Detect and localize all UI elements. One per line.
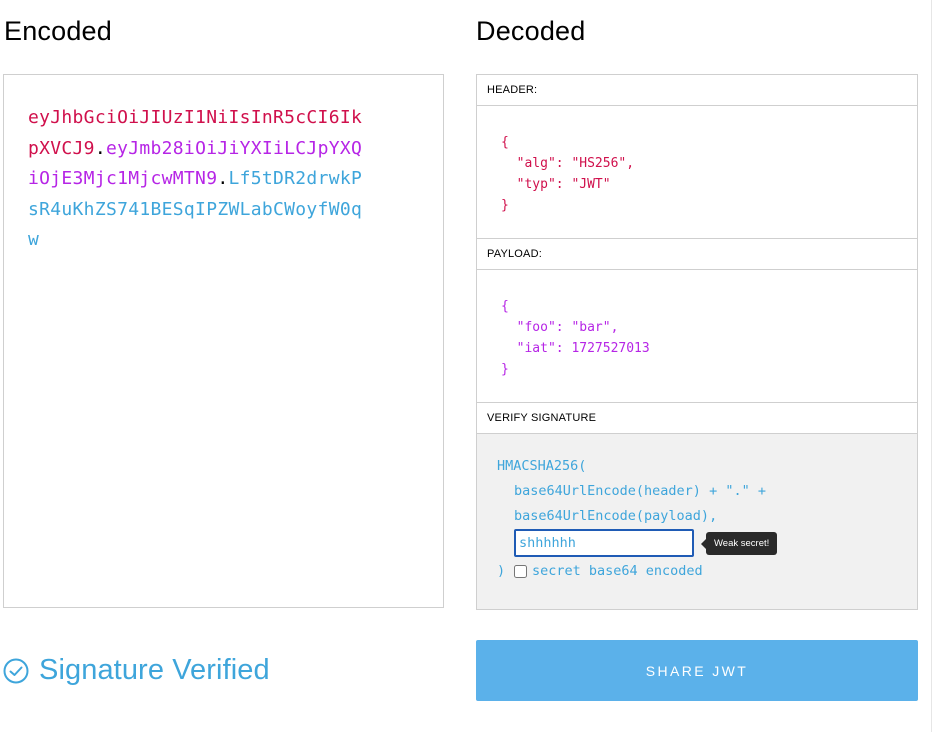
token-separator: . [217,168,229,189]
payload-json-line: "iat": 1727527013 [501,341,650,356]
decoded-title: Decoded [476,16,586,46]
header-json-line: "alg": "HS256", [501,156,635,171]
payload-json-line: "foo": "bar", [501,320,619,335]
secret-base64-checkbox[interactable] [514,565,527,578]
encoded-token-editor[interactable]: eyJhbGciOiJIUzI1NiIsInR5cCI6IkpXVCJ9.eyJ… [3,74,444,608]
window-edge [931,0,932,732]
header-json-line: "typ": "JWT" [501,177,611,192]
payload-json[interactable]: { "foo": "bar", "iat": 1727527013} [501,296,650,380]
header-json-close: } [501,198,509,213]
signature-status: Signature Verified [3,650,270,690]
payload-json-open: { [501,299,509,314]
payload-json-close: } [501,362,509,377]
encoded-title: Encoded [4,16,112,46]
secret-input[interactable] [514,529,694,557]
payload-section-label: PAYLOAD: [477,239,917,270]
verify-signature-area: HMACSHA256( base64UrlEncode(header) + ".… [477,434,917,609]
secret-base64-label[interactable]: secret base64 encoded [532,563,703,579]
hmac-header-line: base64UrlEncode(header) + "." + [514,483,766,499]
hmac-close-paren: ) [497,563,506,579]
header-section-label: HEADER: [477,75,917,106]
weak-secret-tooltip-text: Weak secret! [714,538,770,549]
signature-status-text: Signature Verified [39,653,270,686]
header-json-open: { [501,135,509,150]
share-jwt-button[interactable]: SHARE JWT [476,640,918,701]
hmac-payload-line: base64UrlEncode(payload), [514,508,718,524]
verify-section-label: VERIFY SIGNATURE [477,403,917,434]
weak-secret-tooltip: Weak secret! [701,532,778,555]
tooltip-arrow [701,539,706,549]
decoded-panel: HEADER: { "alg": "HS256", "typ": "JWT"} … [476,74,918,610]
encoded-token-text[interactable]: eyJhbGciOiJIUzI1NiIsInR5cCI6IkpXVCJ9.eyJ… [28,103,373,256]
check-circle-icon [3,658,29,684]
hmac-function-line: HMACSHA256( [497,458,587,474]
token-separator: . [94,137,106,159]
header-json[interactable]: { "alg": "HS256", "typ": "JWT"} [501,132,634,216]
